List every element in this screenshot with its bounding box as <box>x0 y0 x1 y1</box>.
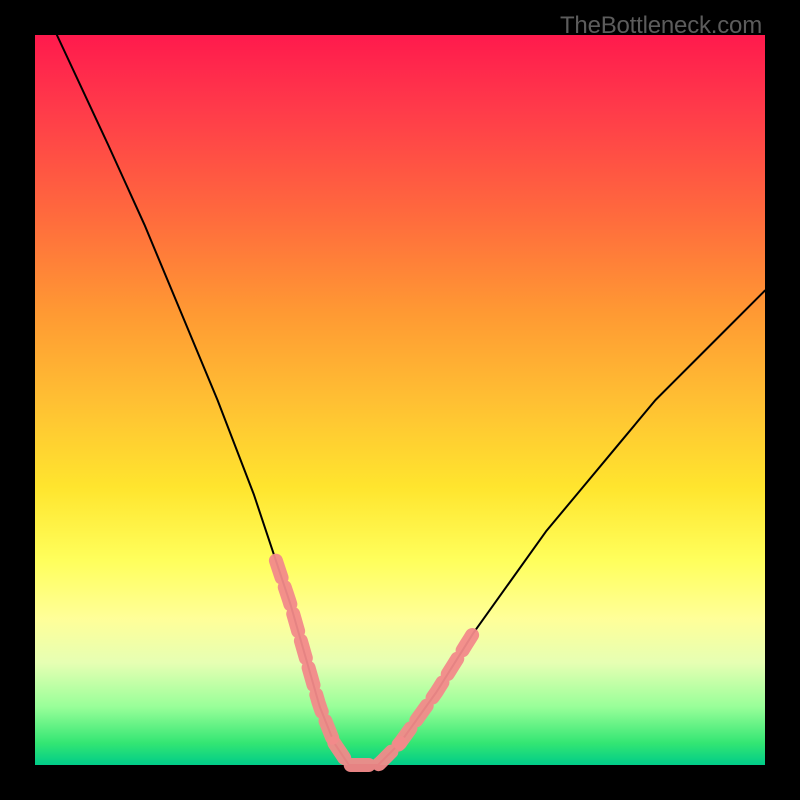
curve-main <box>57 35 765 765</box>
highlight-valley <box>334 743 400 765</box>
bottleneck-curve <box>35 35 765 765</box>
highlight-right-ascent <box>400 634 473 744</box>
highlight-left-descent <box>276 561 334 744</box>
chart-root: TheBottleneck.com <box>0 0 800 800</box>
